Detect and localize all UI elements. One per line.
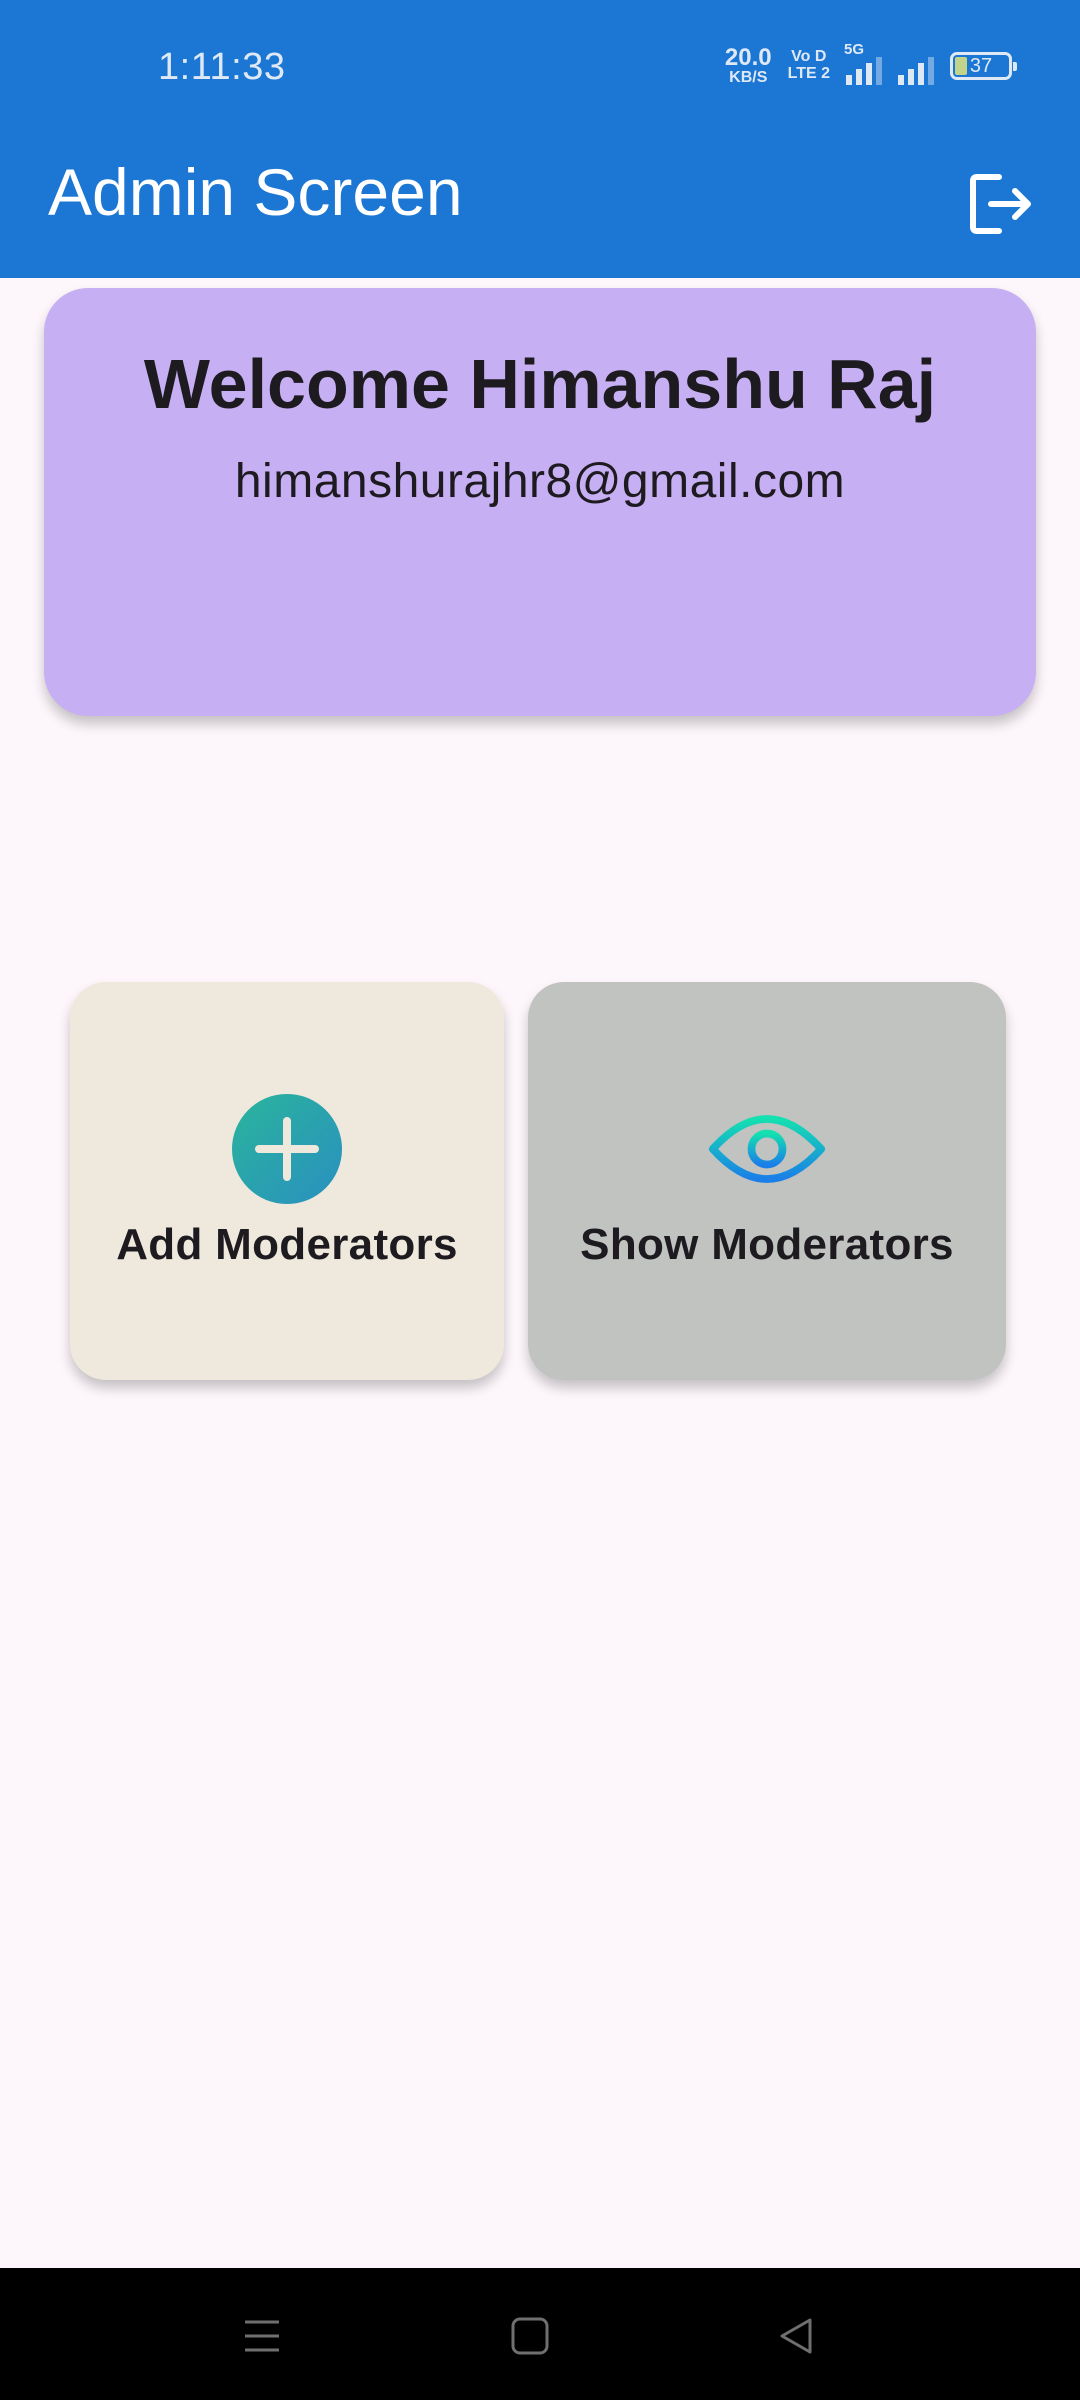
page-title: Admin Screen [48, 155, 463, 229]
eye-icon [707, 1094, 827, 1204]
network-speed-unit: KB/S [729, 68, 768, 86]
back-triangle-icon [780, 2318, 812, 2354]
back-button[interactable] [764, 2304, 828, 2368]
logout-icon [970, 174, 1031, 234]
add-moderators-label: Add Moderators [116, 1220, 458, 1269]
battery-level: 37 [969, 54, 993, 77]
network-speed-value: 20.0 [724, 44, 772, 71]
add-circle-icon [227, 1094, 347, 1204]
volte-bottom-label: LTE 2 [787, 65, 830, 82]
network-speed: 20.0 KB/S [724, 44, 772, 86]
signal-type-label: 5G [844, 41, 865, 58]
signal-icon-sim2 [898, 47, 934, 85]
system-nav-bar [0, 2268, 1080, 2400]
show-moderators-label: Show Moderators [580, 1220, 954, 1269]
add-moderators-button[interactable]: Add Moderators [70, 982, 504, 1380]
show-moderators-button[interactable]: Show Moderators [528, 982, 1006, 1380]
signal-icon-sim1: 5G [844, 41, 882, 85]
recents-button[interactable] [230, 2304, 294, 2368]
app-bar: Admin Screen [0, 130, 1080, 278]
logout-button[interactable] [954, 156, 1050, 252]
home-button[interactable] [498, 2304, 562, 2368]
admin-screen: 1:11:33 20.0 KB/S Vo D LTE 2 5G 37 Admin… [0, 0, 1080, 2400]
welcome-card: Welcome Himanshu Raj himanshurajhr8@gmai… [44, 288, 1036, 716]
user-email: himanshurajhr8@gmail.com [234, 455, 846, 508]
status-bar: 1:11:33 20.0 KB/S Vo D LTE 2 5G 37 [0, 0, 1080, 130]
home-square-icon [511, 2317, 549, 2355]
status-icons: 20.0 KB/S Vo D LTE 2 5G 37 [724, 41, 1017, 88]
welcome-title: Welcome Himanshu Raj [143, 345, 937, 423]
battery-icon: 37 [950, 52, 1017, 80]
menu-icon [245, 2320, 279, 2352]
status-time: 1:11:33 [158, 46, 286, 88]
volte-icon: Vo D LTE 2 [787, 48, 830, 83]
volte-top-label: Vo D [791, 48, 827, 66]
